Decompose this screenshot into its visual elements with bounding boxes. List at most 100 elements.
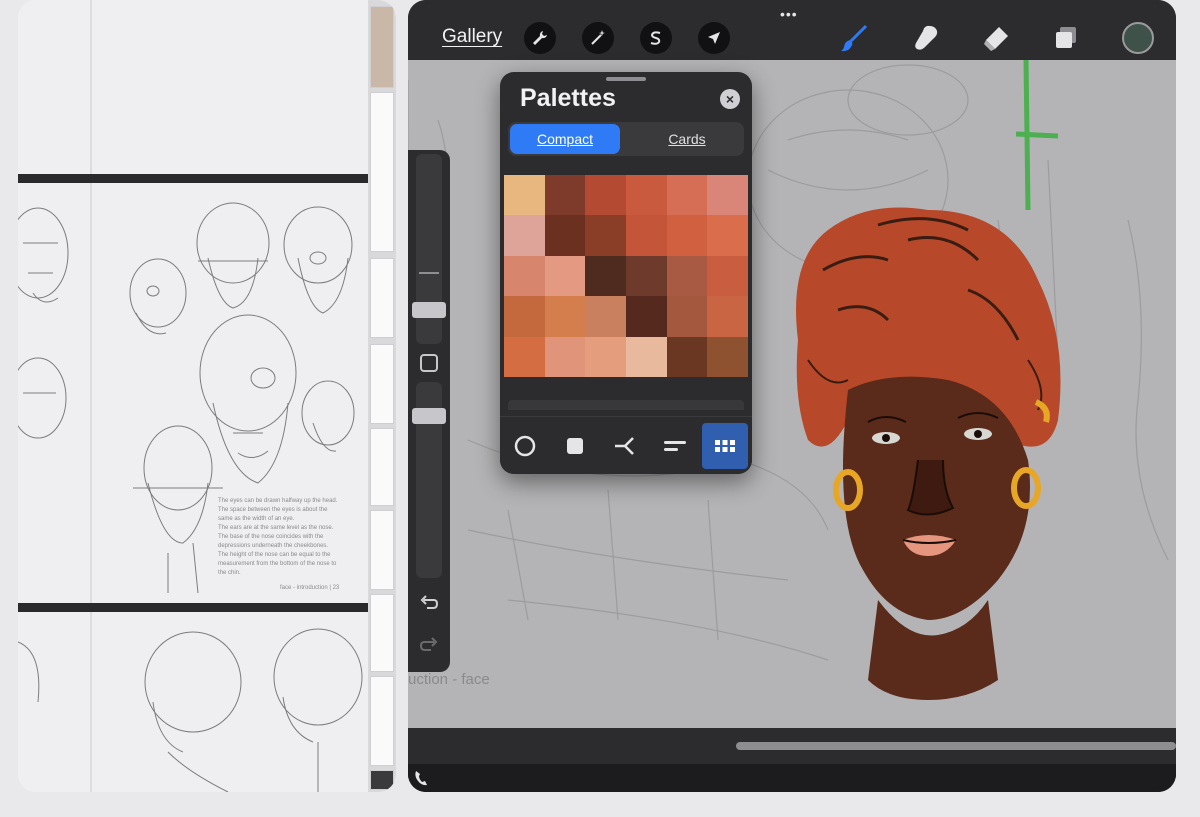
green-brush-stroke bbox=[1015, 60, 1059, 211]
gallery-button[interactable]: Gallery bbox=[442, 26, 502, 48]
palette-grid-icon bbox=[715, 440, 735, 452]
selection-s-icon bbox=[650, 31, 661, 45]
color-swatch[interactable] bbox=[626, 175, 667, 216]
side-toolbar bbox=[408, 150, 450, 672]
opacity-slider-knob[interactable] bbox=[412, 408, 446, 424]
color-swatch[interactable] bbox=[707, 255, 748, 297]
brush-button[interactable] bbox=[836, 20, 872, 56]
caption-nose-base: The base of the nose coincides with the … bbox=[218, 534, 329, 549]
color-swatch[interactable] bbox=[666, 215, 708, 256]
close-button[interactable]: × bbox=[720, 89, 740, 109]
palettes-mode-button[interactable] bbox=[702, 423, 748, 469]
page-separator bbox=[18, 174, 370, 183]
color-swatch[interactable] bbox=[544, 336, 586, 377]
multitasking-handle[interactable]: ••• bbox=[780, 6, 798, 22]
wrench-icon bbox=[533, 31, 547, 45]
color-swatch[interactable] bbox=[626, 296, 667, 337]
disc-mode-button[interactable] bbox=[502, 423, 548, 469]
reference-book-app[interactable]: The eyes can be drawn halfway up the hea… bbox=[18, 0, 396, 792]
caption-eye-spacing: The space between the eyes is about the … bbox=[218, 507, 328, 522]
thumbnail-page[interactable] bbox=[370, 428, 394, 506]
thumbnail-page[interactable] bbox=[370, 510, 394, 590]
thumbnail-page[interactable] bbox=[370, 770, 394, 790]
color-swatch[interactable] bbox=[504, 175, 545, 216]
tab-compact[interactable]: Compact bbox=[510, 124, 620, 154]
classic-square-icon bbox=[567, 438, 583, 454]
page-separator bbox=[18, 603, 370, 612]
layers-button[interactable] bbox=[1048, 20, 1084, 56]
page-footer: face - introduction | 23 bbox=[280, 585, 340, 591]
color-disc-icon bbox=[514, 435, 536, 457]
thumbnail-page[interactable] bbox=[370, 676, 394, 766]
modify-button[interactable] bbox=[420, 354, 438, 372]
palettes-title: Palettes bbox=[520, 84, 616, 112]
redo-arrow-icon bbox=[419, 637, 438, 651]
color-swatch[interactable] bbox=[666, 175, 708, 216]
smudge-button[interactable] bbox=[908, 20, 944, 56]
color-swatch[interactable] bbox=[585, 336, 626, 377]
classic-mode-button[interactable] bbox=[552, 423, 598, 469]
color-swatch[interactable] bbox=[707, 296, 748, 337]
canvas-background-text: uction - face bbox=[408, 671, 490, 688]
adjustments-button[interactable] bbox=[582, 22, 614, 54]
value-bars-icon bbox=[664, 441, 686, 451]
color-swatch[interactable] bbox=[666, 255, 708, 297]
color-swatch[interactable] bbox=[666, 296, 708, 337]
color-swatch[interactable] bbox=[626, 255, 667, 297]
color-swatch[interactable] bbox=[544, 175, 586, 216]
thumbnail-page[interactable] bbox=[370, 258, 394, 338]
color-swatch[interactable] bbox=[585, 175, 626, 216]
page-thumbnail-strip[interactable] bbox=[368, 0, 396, 792]
profile-sketches-illustration bbox=[18, 628, 363, 792]
color-swatch[interactable] bbox=[585, 255, 626, 297]
color-swatch[interactable] bbox=[504, 296, 545, 337]
thumbnail-page[interactable] bbox=[370, 92, 394, 252]
color-swatch[interactable] bbox=[504, 215, 545, 256]
color-picker-button[interactable] bbox=[1122, 22, 1154, 54]
layers-icon bbox=[1056, 27, 1076, 48]
color-swatch[interactable] bbox=[707, 215, 748, 256]
caption-ears: The ears are at the same level as the no… bbox=[218, 525, 334, 531]
horizontal-scrollbar[interactable] bbox=[736, 742, 1176, 750]
color-swatch-grid bbox=[504, 175, 748, 377]
phone-icon bbox=[415, 771, 427, 786]
color-swatch[interactable] bbox=[666, 336, 708, 377]
undo-button[interactable] bbox=[419, 592, 439, 612]
color-swatch[interactable] bbox=[544, 296, 586, 337]
tab-cards[interactable]: Cards bbox=[632, 124, 742, 154]
redo-button[interactable] bbox=[419, 634, 439, 654]
book-page-face-sketches: The eyes can be drawn halfway up the hea… bbox=[18, 183, 370, 603]
value-mode-button[interactable] bbox=[652, 423, 698, 469]
color-swatch[interactable] bbox=[707, 336, 748, 377]
color-swatch[interactable] bbox=[504, 336, 545, 377]
color-swatch[interactable] bbox=[504, 255, 545, 297]
color-swatch[interactable] bbox=[707, 175, 748, 216]
transform-button[interactable] bbox=[698, 22, 730, 54]
color-swatch[interactable] bbox=[585, 215, 626, 256]
brush-icon bbox=[841, 24, 868, 52]
color-swatch[interactable] bbox=[626, 215, 667, 256]
top-toolbar: ••• Gallery bbox=[408, 0, 1176, 60]
selection-button[interactable] bbox=[640, 22, 672, 54]
next-palette-header[interactable] bbox=[508, 400, 744, 410]
book-page-top bbox=[18, 0, 370, 174]
color-swatch[interactable] bbox=[585, 296, 626, 337]
color-swatch[interactable] bbox=[544, 215, 586, 256]
procreate-app[interactable]: uction - face ••• Gallery Palettes × Com… bbox=[408, 0, 1176, 792]
thumbnail-page[interactable] bbox=[370, 344, 394, 424]
harmony-icon bbox=[615, 437, 634, 455]
bottom-strip bbox=[408, 764, 1176, 792]
eraser-button[interactable] bbox=[978, 20, 1014, 56]
caption-eyes: The eyes can be drawn halfway up the hea… bbox=[218, 498, 338, 504]
color-swatch[interactable] bbox=[544, 255, 586, 297]
brush-size-slider-knob[interactable] bbox=[412, 302, 446, 318]
actions-button[interactable] bbox=[524, 22, 556, 54]
popover-grab-handle[interactable] bbox=[606, 77, 646, 81]
page-spine bbox=[90, 0, 92, 174]
palette-view-toggle: Compact Cards bbox=[508, 122, 744, 156]
thumbnail-page[interactable] bbox=[370, 594, 394, 672]
harmony-mode-button[interactable] bbox=[602, 423, 648, 469]
face-drawing bbox=[843, 376, 1030, 700]
thumbnail-cover[interactable] bbox=[370, 6, 394, 88]
color-swatch[interactable] bbox=[626, 336, 667, 377]
